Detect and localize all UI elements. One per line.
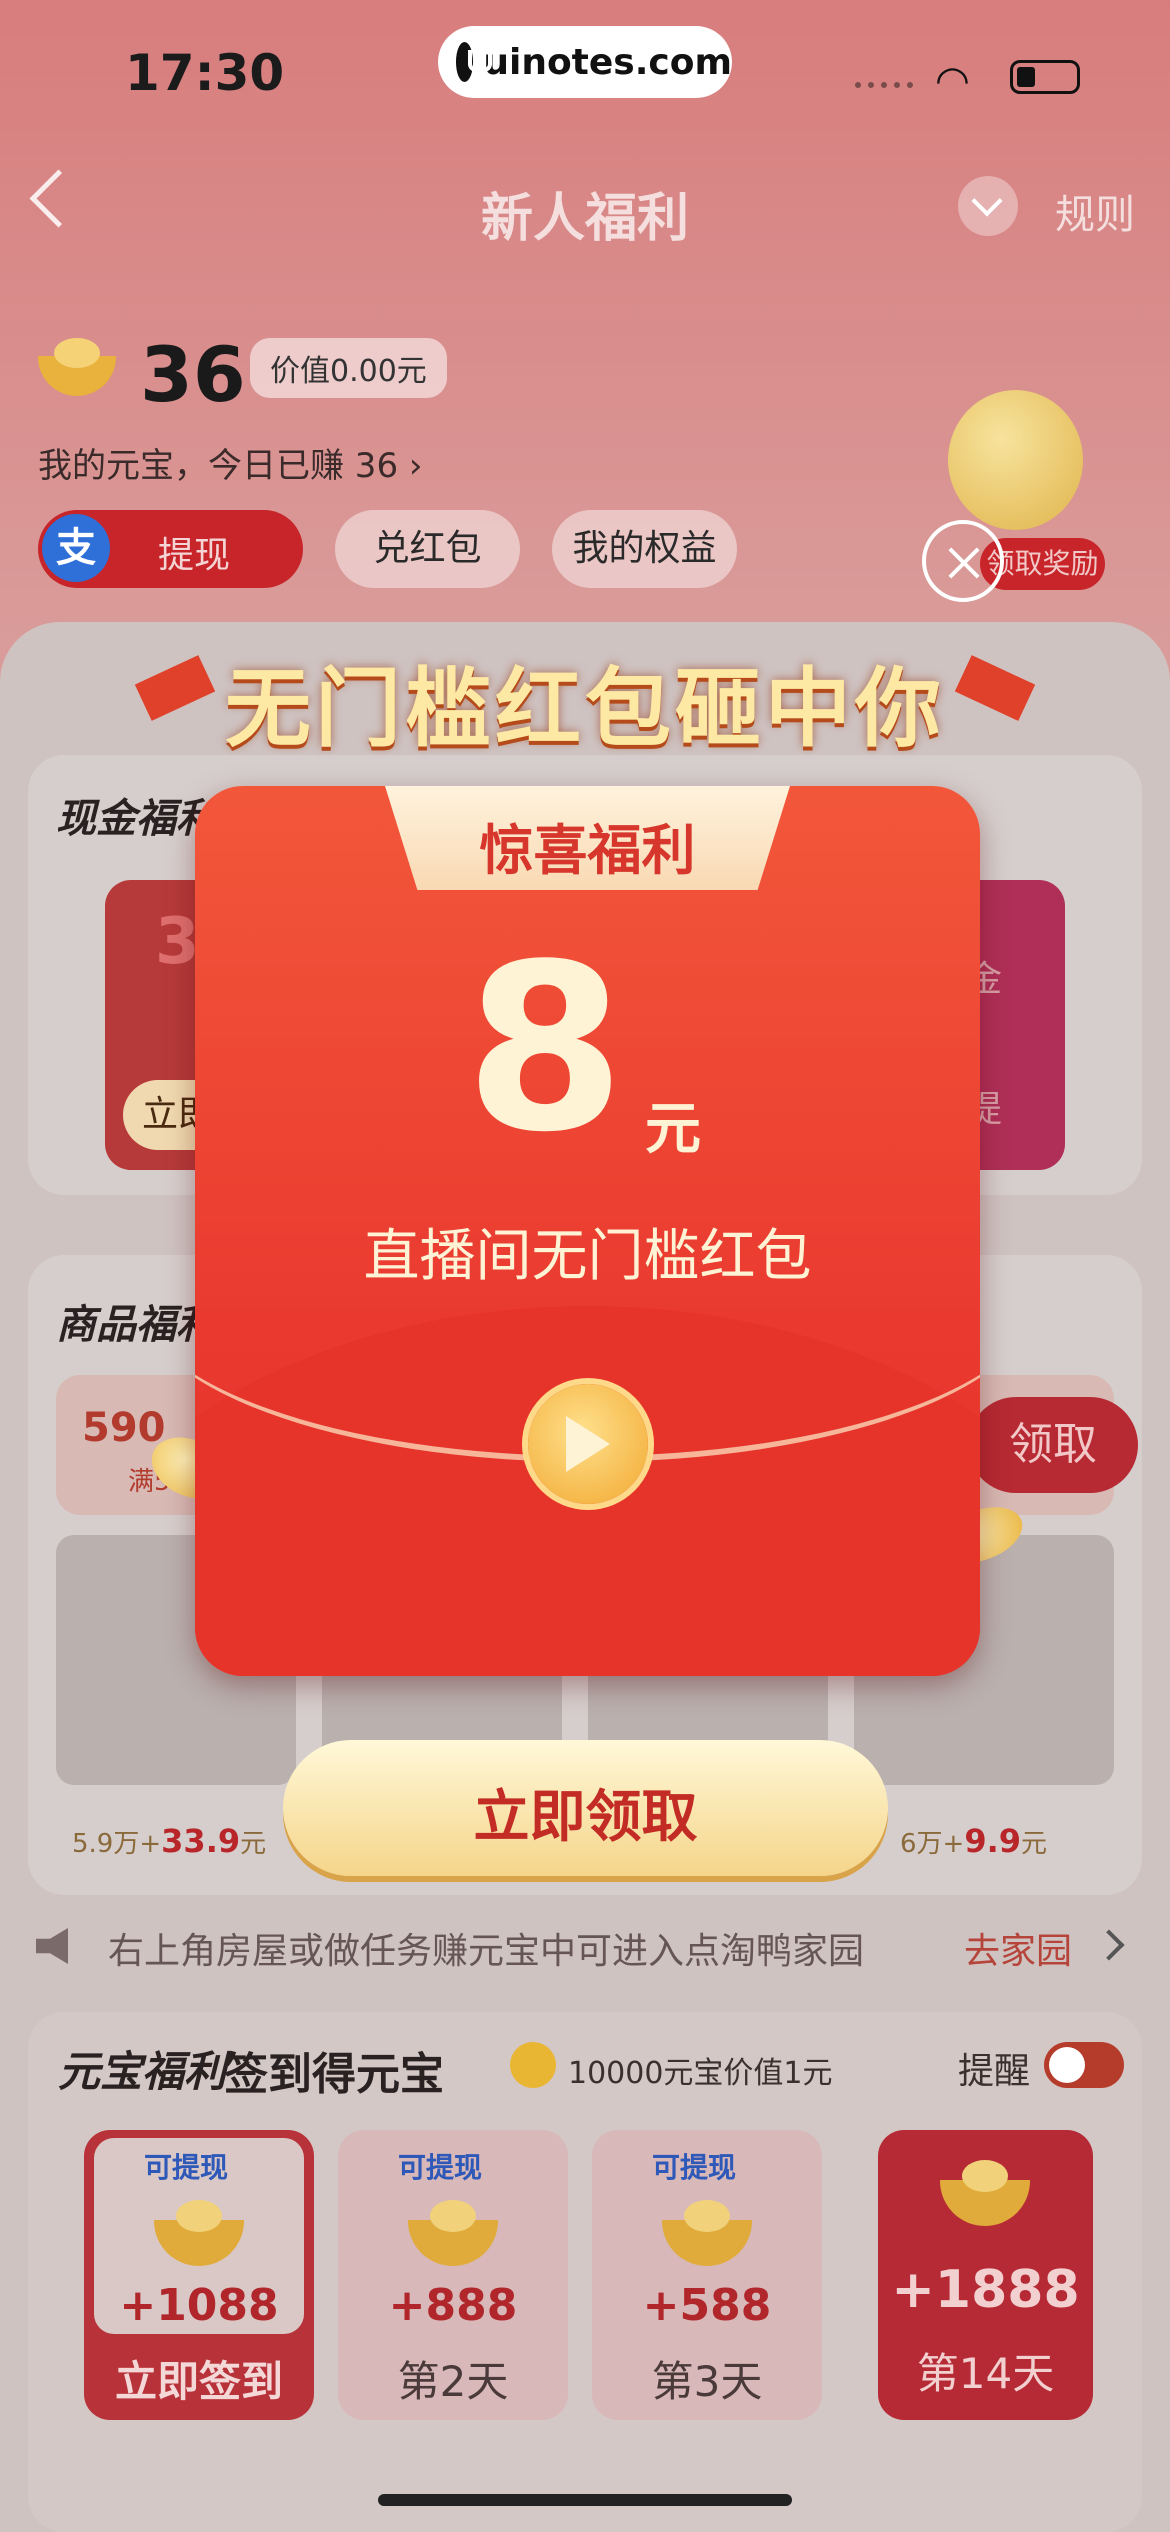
withdraw-label: 提现: [158, 535, 231, 576]
product-price-left: 5.9万+33.9元: [72, 1822, 266, 1860]
price-coins: 5.9: [72, 1829, 114, 1859]
play-coin-icon: [528, 1384, 648, 1504]
cash-card-value: 3: [155, 905, 200, 979]
claim-button[interactable]: 立即领取: [283, 1740, 888, 1876]
price-cash: 33.9: [161, 1822, 241, 1860]
price-unit: 万+: [113, 1829, 162, 1859]
price-yuan: 元: [240, 1829, 267, 1859]
coin-icon: [510, 2042, 556, 2088]
go-home-link[interactable]: 去家园: [964, 1922, 1072, 1974]
ingot-icon: [662, 2200, 752, 2266]
checkin-day-2[interactable]: 可提现 +888 第2天: [338, 2130, 568, 2420]
coin-worth-badge: 价值0.00元: [250, 338, 447, 398]
day-tag: 可提现: [652, 2151, 737, 2184]
price-coins: 6: [900, 1829, 917, 1859]
earned-today-link[interactable]: 我的元宝，今日已赚 36 ›: [38, 438, 422, 487]
envelope-tab: 惊喜福利: [385, 786, 790, 890]
battery-icon: [1010, 60, 1080, 94]
checkin-day-1[interactable]: 可提现 +1088 立即签到: [84, 2130, 314, 2420]
day-amount: +1888: [891, 2260, 1080, 2320]
speaker-icon: [36, 1928, 68, 1964]
day-amount: +588: [642, 2280, 772, 2331]
ingot-icon: [38, 338, 116, 396]
remind-label: 提醒: [958, 2051, 1031, 2092]
wifi-icon: ◠: [935, 58, 970, 104]
rules-link[interactable]: 规则: [1055, 182, 1135, 240]
signal-icon: [855, 82, 913, 96]
red-envelope[interactable]: 惊喜福利 8 元 直播间无门槛红包: [195, 786, 980, 1676]
checkin-day-3[interactable]: 可提现 +588 第3天: [592, 2130, 822, 2420]
withdraw-button[interactable]: 支 提现: [38, 510, 303, 588]
checkin-day-14[interactable]: +1888 第14天: [878, 2130, 1093, 2420]
chevron-down-icon[interactable]: [958, 176, 1018, 236]
chevron-right-icon[interactable]: [1093, 1929, 1125, 1961]
status-time: 17:30: [125, 44, 285, 102]
close-icon[interactable]: [922, 520, 1004, 602]
alipay-icon: 支: [42, 514, 110, 582]
checkin-note: 10000元宝价值1元: [568, 2056, 833, 2091]
redeem-button[interactable]: 兑红包: [335, 510, 520, 588]
nav-bar: 新人福利 规则: [0, 160, 1170, 260]
day-amount: +888: [388, 2280, 518, 2331]
ingot-pile-icon: [940, 2160, 1030, 2226]
home-indicator: [378, 2494, 792, 2506]
day-label: 第3天: [651, 2357, 763, 2406]
popup-banner-text: 无门槛红包砸中你: [225, 659, 945, 759]
checkin-subtitle: 签到得元宝: [224, 2049, 444, 2100]
cash-section-title: 现金福利: [56, 796, 216, 842]
rights-button[interactable]: 我的权益: [552, 510, 737, 588]
coin-balance: 36: [140, 330, 246, 419]
mascot-image[interactable]: [948, 390, 1083, 530]
coupon-claim-button[interactable]: 领取: [968, 1397, 1138, 1493]
day-tag: 可提现: [144, 2151, 229, 2184]
ingot-icon: [408, 2200, 498, 2266]
notice-bar: 右上角房屋或做任务赚元宝中可进入点淘鸭家园 去家园: [36, 1922, 1136, 1974]
popup-banner: 无门槛红包砸中你: [134, 628, 1036, 759]
ingot-icon: [154, 2200, 244, 2266]
envelope-tab-text: 惊喜福利: [479, 819, 696, 882]
day-amount: +1088: [119, 2280, 279, 2331]
goods-section-title: 商品福利: [56, 1302, 216, 1348]
price-cash: 9.9: [964, 1822, 1022, 1860]
day-tag: 可提现: [398, 2151, 483, 2184]
day-label: 第2天: [397, 2357, 509, 2406]
watermark-badge: uinotes.com: [438, 26, 732, 98]
checkin-title: 元宝福利: [58, 2047, 227, 2096]
claim-button-label: 立即领取: [473, 1785, 698, 1850]
watermark-text: uinotes.com: [483, 41, 732, 83]
remind-toggle[interactable]: [1044, 2042, 1124, 2088]
price-yuan: 元: [1021, 1829, 1048, 1859]
day-label: 第14天: [916, 2349, 1055, 2398]
page: 17:30 uinotes.com ◠ 新人福利 规则 36 价值0.00元 我…: [0, 0, 1170, 2532]
watermark-logo-icon: [456, 42, 493, 82]
coupon-value: 590: [82, 1405, 166, 1451]
price-unit: 万+: [916, 1829, 965, 1859]
notice-text: 右上角房屋或做任务赚元宝中可进入点淘鸭家园: [108, 1931, 865, 1972]
status-bar: 17:30 uinotes.com ◠: [0, 0, 1170, 150]
product-price-right: 6万+9.9元: [900, 1822, 1047, 1860]
day-label: 立即签到: [114, 2357, 283, 2406]
